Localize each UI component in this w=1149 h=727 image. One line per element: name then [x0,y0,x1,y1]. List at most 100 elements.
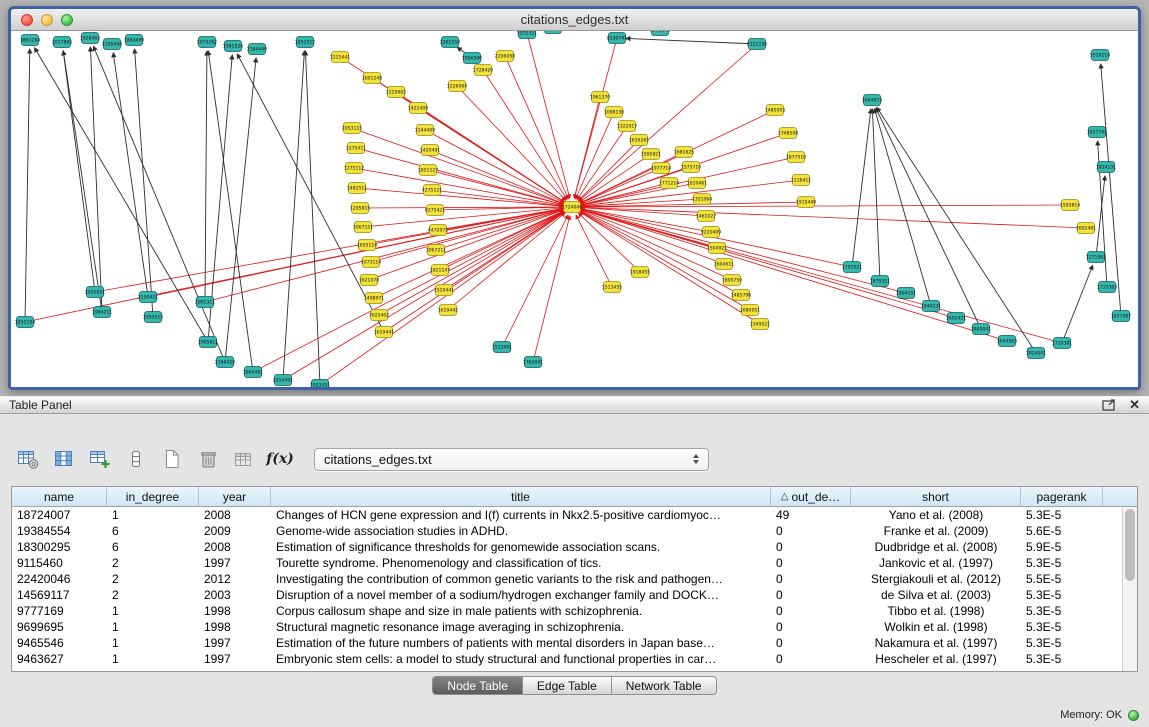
graph-node[interactable]: 1791021 [842,262,863,273]
graph-node[interactable]: 1461027 [696,211,717,222]
graph-node[interactable]: 1748508 [778,128,799,139]
graph-node[interactable]: 1860481 [243,367,264,378]
table-row[interactable]: 946554611997Estimation of the future num… [12,635,1137,651]
graph-node[interactable]: 1482511 [347,183,368,194]
column-header-out_degree[interactable]: △out_de… [771,487,851,507]
graph-edge[interactable] [205,51,207,302]
cell-pagerank[interactable]: 5.3E-5 [1021,604,1103,618]
cell-year[interactable]: 2003 [199,588,271,602]
graph-node[interactable]: 1513491 [492,342,513,353]
column-header-in_degree[interactable]: in_degree [107,487,199,507]
cell-pagerank[interactable]: 5.3E-5 [1021,588,1103,602]
scrollbar-thumb[interactable] [1125,509,1135,581]
graph-edge[interactable] [356,148,563,205]
graph-node[interactable]: 1895750 [722,275,743,286]
cell-pagerank[interactable]: 5.3E-5 [1021,636,1103,650]
graph-edge[interactable] [35,48,208,342]
cell-title[interactable]: Corpus callosum shape and size in male p… [271,604,771,618]
graph-node[interactable]: 1861284 [20,35,41,46]
graph-node[interactable]: 1771214 [659,178,680,189]
graph-node[interactable]: 1944131 [921,301,942,312]
window-titlebar[interactable]: citations_edges.txt [11,9,1138,31]
graph-node[interactable]: 1422409 [408,103,429,114]
new-table-icon[interactable] [160,447,184,471]
column-header-year[interactable]: year [199,487,271,507]
graph-node[interactable]: 2014491 [273,375,294,386]
graph-node[interactable]: 1664873 [862,95,883,106]
cell-pagerank[interactable]: 5.6E-5 [1021,524,1103,538]
cell-short[interactable]: Stergiakouli et al. (2012) [851,572,1021,586]
cell-out_degree[interactable]: 49 [771,508,851,522]
graph-node[interactable]: 1710381 [1052,338,1073,349]
graph-edge[interactable] [852,109,871,267]
graph-edge[interactable] [208,51,253,372]
cell-pagerank[interactable]: 5.9E-5 [1021,540,1103,554]
table-mode-icon[interactable] [16,447,40,471]
graph-node[interactable]: 1679311 [870,276,891,287]
cell-name[interactable]: 9115460 [12,556,107,570]
graph-node[interactable]: 3067151 [353,222,374,233]
cell-year[interactable]: 1998 [199,620,271,634]
cell-year[interactable]: 1997 [199,652,271,666]
graph-edge[interactable] [374,211,564,298]
tab-node-table[interactable]: Node Table [432,676,523,695]
table-selector-dropdown[interactable]: citations_edges.txt [314,448,709,471]
graph-node[interactable]: 1271063 [1086,252,1107,263]
network-canvas-svg[interactable]: 1861284201788519284632105498188449920732… [11,31,1138,387]
graph-node[interactable]: 1905811 [198,337,219,348]
graph-edge[interactable] [581,209,1062,343]
graph-node[interactable]: 1595821 [641,149,662,160]
graph-node[interactable]: 1845041 [971,324,992,335]
graph-node[interactable]: 9220409 [701,227,722,238]
graph-node[interactable]: 5510214 [1090,50,1111,61]
cell-title[interactable]: Tourette syndrome. Phenomenology and cla… [271,556,771,570]
graph-edge[interactable] [579,154,651,202]
graph-node[interactable]: 1972171 [650,31,671,36]
row-selection-icon[interactable] [124,447,148,471]
cell-title[interactable]: Embryonic stem cells: a model to study s… [271,652,771,666]
graph-node[interactable]: 1619441 [374,327,395,338]
graph-edge[interactable] [253,211,564,372]
table-row[interactable]: 1830029562008Estimation of significance … [12,539,1137,555]
graph-edge[interactable] [379,211,564,315]
column-header-short[interactable]: short [851,487,1021,507]
graph-node[interactable]: 1510441 [434,285,455,296]
graph-node[interactable]: 1216411 [791,175,812,186]
graph-node[interactable]: 1977714 [651,163,672,174]
graph-node[interactable]: 1602421 [946,313,967,324]
graph-node[interactable]: 2121150 [747,39,768,50]
table-row[interactable]: 977716911998Corpus callosum shape and si… [12,603,1137,619]
cell-out_degree[interactable]: 0 [771,556,851,570]
graph-edge[interactable] [369,210,564,280]
column-header-title[interactable]: title [271,487,771,507]
cell-in_degree[interactable]: 1 [107,652,199,666]
graph-edge[interactable] [384,212,565,332]
graph-edge[interactable] [354,168,563,205]
cell-short[interactable]: Franke et al. (2009) [851,524,1021,538]
graph-edge[interactable] [576,112,614,199]
cell-title[interactable]: Estimation of the future numbers of pati… [271,636,771,650]
graph-edge[interactable] [533,216,570,362]
cell-name[interactable]: 18724007 [12,508,107,522]
show-columns-icon[interactable] [52,447,76,471]
graph-node[interactable]: 1244409 [415,125,436,136]
graph-edge[interactable] [428,170,563,205]
graph-edge[interactable] [225,58,256,362]
graph-node[interactable]: 1677087 [1111,311,1132,322]
graph-node[interactable]: 1295815 [350,203,371,214]
graph-node[interactable]: 1322017 [617,121,638,132]
cell-title[interactable]: Changes of HCN gene expression and I(f) … [271,508,771,522]
cell-year[interactable]: 2009 [199,524,271,538]
graph-node[interactable]: 1927744 [1087,127,1108,138]
graph-node[interactable]: 1604611 [714,259,735,270]
cell-pagerank[interactable]: 5.3E-5 [1021,652,1103,666]
graph-node[interactable]: 1877510 [786,152,807,163]
cell-name[interactable]: 9465546 [12,636,107,650]
graph-node[interactable]: 1321064 [692,194,713,205]
graph-edge[interactable] [483,70,567,199]
graph-node[interactable]: 2053115 [342,123,363,134]
graph-node[interactable]: 1915449 [796,197,817,208]
graph-edge[interactable] [283,51,304,380]
cell-pagerank[interactable]: 5.5E-5 [1021,572,1103,586]
cell-name[interactable]: 22420046 [12,572,107,586]
